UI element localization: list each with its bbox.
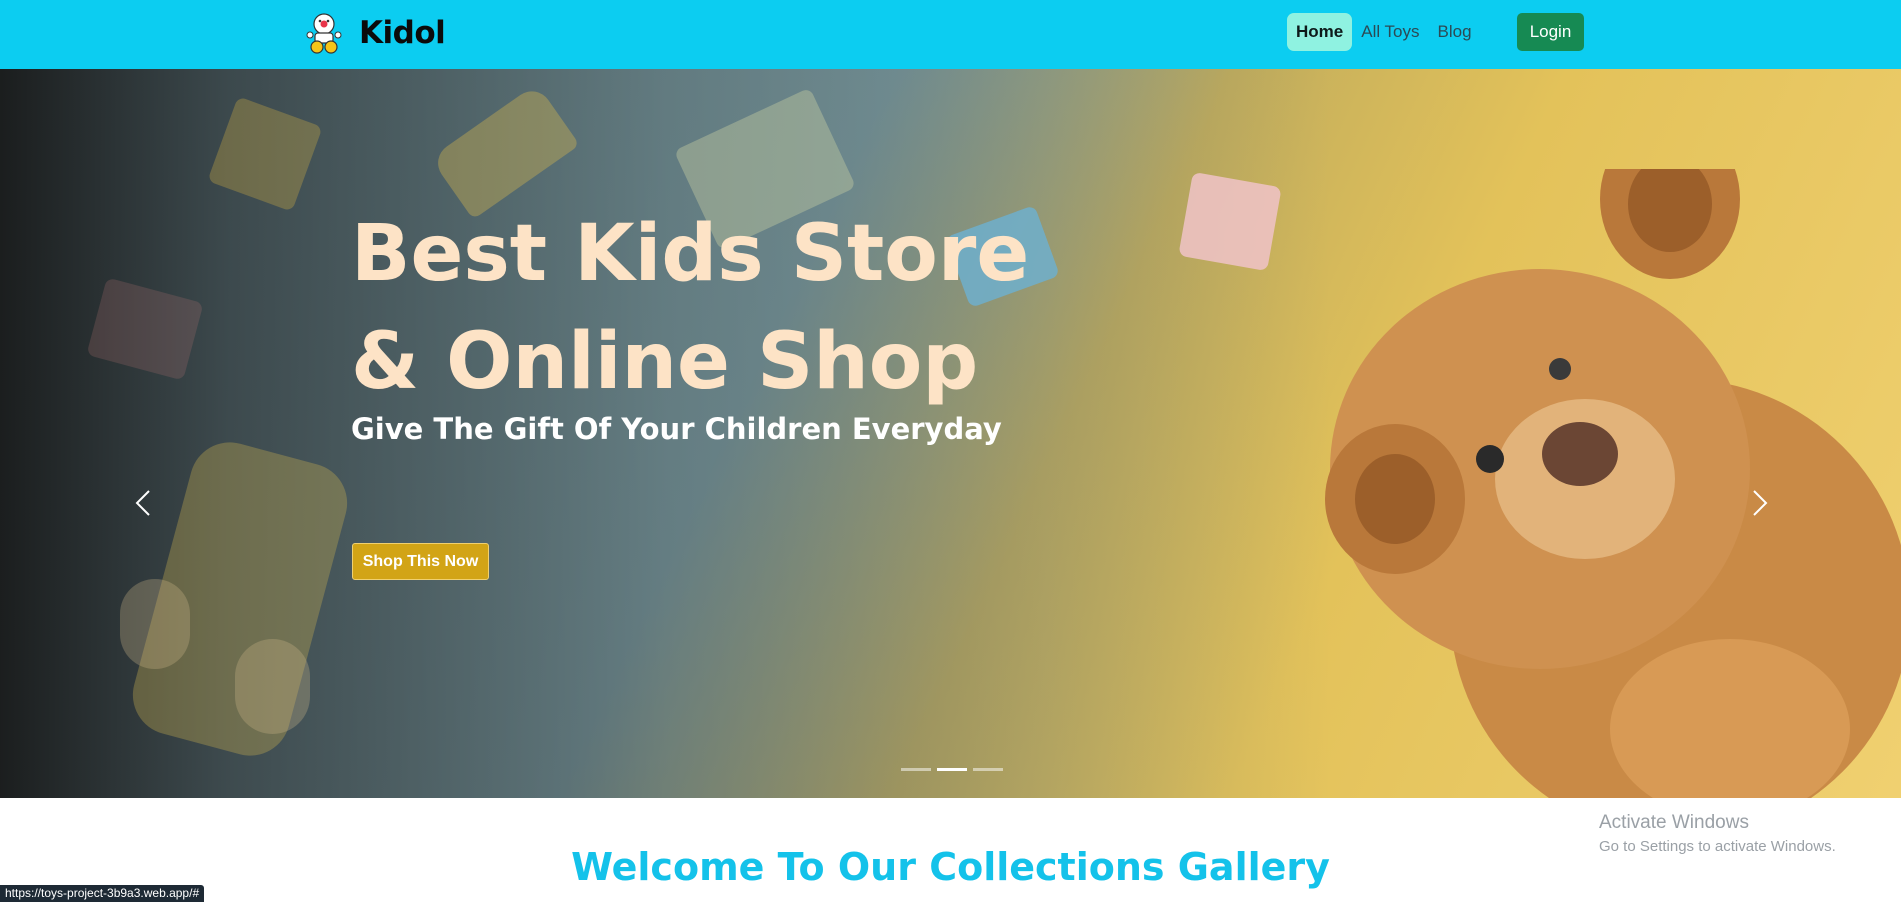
chevron-right-icon (1753, 490, 1768, 516)
hero-title-line-2: & Online Shop (351, 317, 979, 407)
carousel-indicators (901, 768, 1003, 771)
hero-title-line-1: Best Kids Store (351, 209, 1030, 299)
status-bar-url: https://toys-project-3b9a3.web.app/# (0, 885, 205, 902)
carousel-prev-button[interactable] (123, 483, 163, 523)
nav-link-home[interactable]: Home (1287, 13, 1353, 51)
brand[interactable]: Kidol (303, 9, 446, 57)
top-navbar: Kidol Home All Toys Blog Login (0, 0, 1901, 69)
teddy-bear-image (1325, 169, 1901, 798)
carousel-indicator-3[interactable] (973, 768, 1003, 771)
activate-windows-watermark: Activate Windows Go to Settings to activ… (1599, 812, 1836, 855)
activate-windows-subtitle: Go to Settings to activate Windows. (1599, 838, 1836, 855)
activate-windows-title: Activate Windows (1599, 812, 1749, 833)
login-button[interactable]: Login (1517, 13, 1584, 51)
nav-link-blog[interactable]: Blog (1429, 13, 1481, 51)
carousel-next-button[interactable] (1740, 483, 1780, 523)
nav-links: Home All Toys Blog (1287, 12, 1481, 52)
carousel-indicator-1[interactable] (901, 768, 931, 771)
carousel-indicator-2[interactable] (937, 768, 967, 771)
toy-robot-logo-icon (306, 13, 342, 54)
hero-subtitle: Give The Gift Of Your Children Everyday (351, 412, 1002, 446)
shop-now-button[interactable]: Shop This Now (352, 543, 489, 580)
chevron-left-icon (135, 490, 150, 516)
brand-name: Kidol (359, 15, 446, 51)
nav-link-all-toys[interactable]: All Toys (1352, 13, 1428, 51)
hero-title: Best Kids Store & Online Shop (351, 200, 1071, 416)
